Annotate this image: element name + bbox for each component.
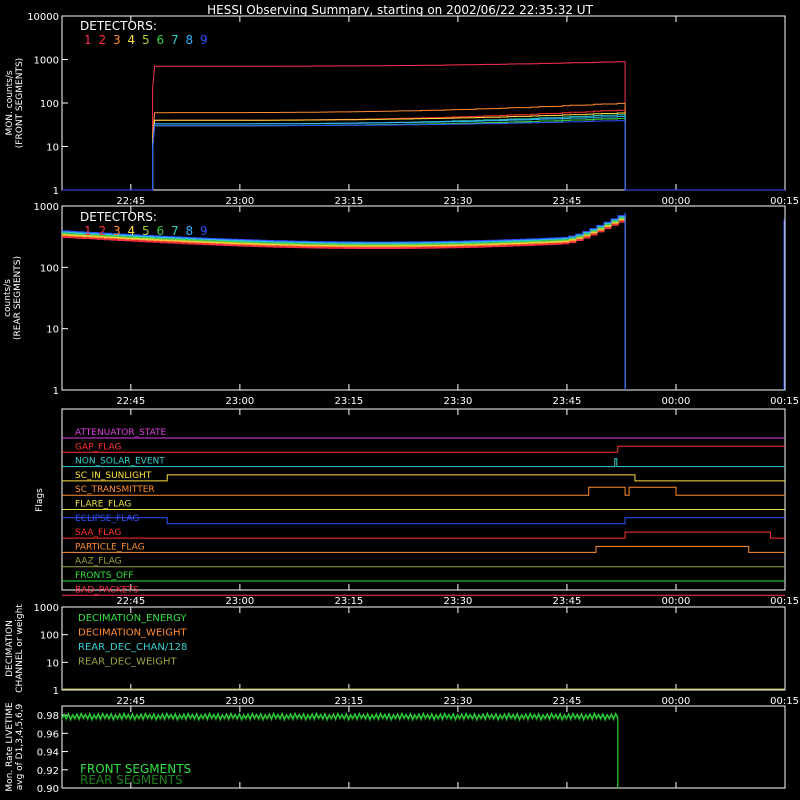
y-tick-label: 0.92 <box>37 766 59 777</box>
y-axis-label: counts/s <box>3 279 13 317</box>
flag-label: FRONTS_OFF <box>75 571 133 581</box>
time-tick-label: 23:45 <box>553 696 582 707</box>
time-tick-label: 00:15 <box>770 596 799 607</box>
flag-label: NON_SOLAR_EVENT <box>75 457 165 467</box>
legend-entry: 5 <box>142 224 150 238</box>
y-tick-label: 0.98 <box>37 711 59 722</box>
time-tick-label: 23:30 <box>444 396 473 407</box>
legend-entry: 8 <box>186 224 194 238</box>
legend-entry: 9 <box>200 33 208 47</box>
y-tick-label: 1 <box>53 686 59 697</box>
y-tick-label: 10 <box>46 325 59 336</box>
legend-entry: 1 <box>84 224 92 238</box>
y-axis-label: CHANNEL or weight <box>15 604 25 693</box>
observing-summary-chart: HESSI Observing Summary, starting on 200… <box>0 0 800 800</box>
time-tick-label: 22:45 <box>116 696 145 707</box>
time-tick-label: 23:00 <box>225 196 254 207</box>
legend-entry: 2 <box>99 224 107 238</box>
time-tick-label: 22:45 <box>116 596 145 607</box>
time-tick-label: 23:00 <box>225 696 254 707</box>
y-tick-label: 1 <box>53 186 59 197</box>
y-tick-label: 100 <box>40 263 59 274</box>
legend-entry: 3 <box>113 224 121 238</box>
flag-label: ECLIPSE_FLAG <box>75 514 139 524</box>
y-tick-label: 100 <box>40 99 59 110</box>
time-tick-label: 23:30 <box>444 596 473 607</box>
legend-entry: 3 <box>113 33 121 47</box>
y-tick-label: 0.94 <box>37 748 59 759</box>
legend-entry: 5 <box>142 33 150 47</box>
legend-entry: DECIMATION_ENERGY <box>78 613 187 624</box>
legend-entry: 7 <box>171 224 179 238</box>
time-tick-label: 23:45 <box>553 196 582 207</box>
time-tick-label: 22:45 <box>116 196 145 207</box>
legend-entry: DECIMATION_WEIGHT <box>78 628 187 639</box>
flag-label: PARTICLE_FLAG <box>75 542 145 552</box>
flag-label: GAP_FLAG <box>75 442 121 452</box>
time-tick-label: 23:45 <box>553 596 582 607</box>
y-axis-label: avg of D1,3,4,5,6,9 <box>15 703 25 790</box>
y-tick-label: 0.90 <box>37 784 59 795</box>
legend-entry: 4 <box>128 224 136 238</box>
y-axis-label: (FRONT SEGMENTS) <box>15 58 25 148</box>
y-tick-label: 0.96 <box>37 729 59 740</box>
legend-entry: REAR_DEC_CHAN/128 <box>78 642 187 653</box>
legend-entry: 7 <box>171 33 179 47</box>
time-tick-label: 00:15 <box>770 196 799 207</box>
y-tick-label: 10000 <box>27 12 59 23</box>
legend-entry: 2 <box>99 33 107 47</box>
y-tick-label: 10 <box>46 143 59 154</box>
y-tick-label: 1 <box>53 386 59 397</box>
legend-entry: 1 <box>84 33 92 47</box>
y-axis-label: Mon. Rate LIVETIME <box>5 702 15 792</box>
time-tick-label: 23:15 <box>334 396 363 407</box>
legend-entry: 9 <box>200 224 208 238</box>
time-tick-label: 00:15 <box>770 696 799 707</box>
time-tick-label: 23:30 <box>444 196 473 207</box>
legend-entry: 4 <box>128 33 136 47</box>
time-tick-label: 00:15 <box>770 396 799 407</box>
y-tick-label: 1000 <box>34 603 59 614</box>
legend-entry: 6 <box>157 224 165 238</box>
y-tick-label: 100 <box>40 631 59 642</box>
time-tick-label: 23:45 <box>553 396 582 407</box>
time-tick-label: 23:30 <box>444 696 473 707</box>
legend-title: DETECTORS: <box>80 19 157 33</box>
flag-label: ATTENUATOR_STATE <box>75 428 167 438</box>
legend-entry: REAR SEGMENTS <box>80 773 183 787</box>
legend-entry: REAR_DEC_WEIGHT <box>78 657 177 668</box>
flag-label: FLARE_FLAG <box>75 500 131 510</box>
legend-entry: 8 <box>186 33 194 47</box>
legend-entry: 6 <box>157 33 165 47</box>
legend-title: DETECTORS: <box>80 210 157 224</box>
y-axis-label: Flags <box>35 488 45 512</box>
time-tick-label: 23:15 <box>334 696 363 707</box>
y-axis-label: MON. counts/s <box>5 70 15 135</box>
time-tick-label: 00:00 <box>662 396 691 407</box>
flag-label: SC_TRANSMITTER <box>75 485 155 495</box>
page-title: HESSI Observing Summary, starting on 200… <box>207 3 593 17</box>
time-tick-label: 23:00 <box>225 396 254 407</box>
flag-label: BAD_PACKETS <box>75 585 139 595</box>
time-tick-label: 00:00 <box>662 596 691 607</box>
y-tick-label: 1000 <box>34 202 59 213</box>
y-tick-label: 10 <box>46 658 59 669</box>
y-axis-label: (REAR SEGMENTS) <box>13 256 23 340</box>
flag-label: AAZ_FLAG <box>75 557 122 567</box>
time-tick-label: 22:45 <box>116 396 145 407</box>
time-tick-label: 23:15 <box>334 596 363 607</box>
flag-label: SC_IN_SUNLIGHT <box>75 471 152 481</box>
time-tick-label: 23:00 <box>225 596 254 607</box>
y-tick-label: 1000 <box>34 56 59 67</box>
flag-label: SAA_FLAG <box>75 528 121 538</box>
time-tick-label: 00:00 <box>662 696 691 707</box>
time-tick-label: 00:00 <box>662 196 691 207</box>
y-axis-label: DECIMATION <box>5 620 15 677</box>
time-tick-label: 23:15 <box>334 196 363 207</box>
